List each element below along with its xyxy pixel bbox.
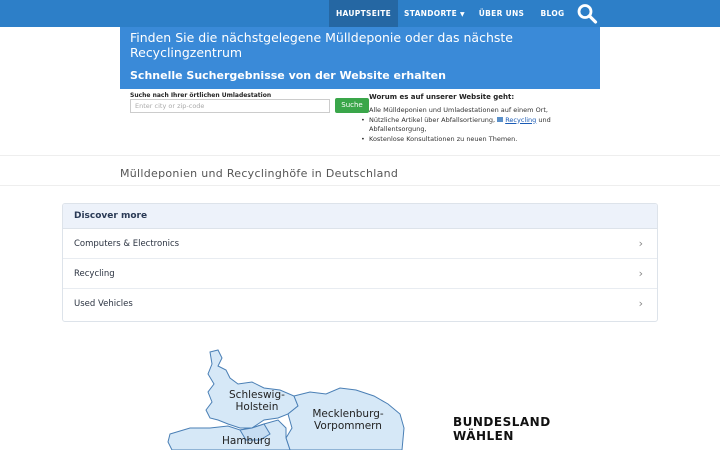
discover-more-panel: Discover more Computers & Electronics › … [62, 203, 658, 322]
info-text: und [538, 115, 551, 124]
info-item: Alle Mülldeponien und Umladestationen au… [369, 106, 548, 114]
nav-home[interactable]: HAUPTSEITE [329, 0, 398, 27]
discover-item-label: Computers & Electronics [74, 239, 180, 249]
chevron-down-icon: ▼ [460, 11, 465, 18]
info-item: Kostenlose Konsultationen zu neuen Theme… [361, 135, 579, 145]
search-input[interactable] [130, 99, 330, 113]
bundesland-line2: WÄHLEN [453, 429, 514, 443]
search-label: Suche nach Ihrer örtlichen Umladestation [130, 92, 272, 99]
section-title: Mülldeponien und Recyclinghöfe in Deutsc… [120, 167, 399, 180]
info-item: Abfallentsorgung, [369, 125, 427, 133]
discover-item[interactable]: Computers & Electronics › [63, 229, 657, 259]
recycling-icon [497, 117, 504, 122]
chevron-right-icon: › [638, 267, 643, 280]
map-label-text: Mecklenburg- Vorpommern [310, 408, 386, 432]
map-label-schleswig-holstein: Schleswig- Holstein [229, 389, 285, 413]
germany-map[interactable] [160, 348, 420, 450]
info-text: Nützliche Artikel über Abfallsortierung, [369, 115, 496, 124]
discover-heading: Discover more [63, 204, 657, 229]
bundesland-heading: BUNDESLAND WÄHLEN [453, 415, 551, 443]
map-label-line: Holstein [235, 401, 279, 413]
discover-item[interactable]: Used Vehicles › [63, 289, 657, 319]
info-title: Worum es auf unserer Website geht: [369, 93, 515, 101]
discover-item-label: Recycling [74, 269, 115, 279]
map-label-hamburg: Hamburg [222, 435, 271, 447]
chevron-right-icon: › [638, 297, 643, 310]
nav-blog[interactable]: BLOG [532, 0, 573, 27]
map-label-line: Schleswig- [229, 389, 285, 401]
discover-item[interactable]: Recycling › [63, 259, 657, 289]
info-item: Nützliche Artikel über Abfallsortierung,… [361, 115, 579, 126]
map-label-line: Mecklenburg- [312, 408, 384, 420]
bundesland-line1: BUNDESLAND [453, 415, 551, 429]
top-navigation: HAUPTSEITE STANDORTE ▼ ÜBER UNS BLOG [0, 0, 720, 27]
recycling-link[interactable]: Recycling [505, 116, 536, 124]
nav-standorte-label: STANDORTE [404, 9, 458, 18]
info-list: Alle Mülldeponien und Umladestationen au… [361, 106, 579, 145]
map-label-text: Schleswig- Holstein [229, 389, 285, 413]
search-icon[interactable] [576, 3, 598, 24]
hero-banner: Finden Sie die nächstgelegene Mülldeponi… [120, 27, 600, 89]
discover-item-label: Used Vehicles [74, 299, 133, 309]
nav-standorte[interactable]: STANDORTE ▼ [398, 0, 471, 27]
nav-about[interactable]: ÜBER UNS [471, 0, 532, 27]
search-button[interactable]: Suche [335, 98, 369, 113]
hero-subtitle: Schnelle Suchergebnisse von der Website … [130, 69, 446, 82]
map-label-mecklenburg: Mecklenburg- Vorpommern [310, 408, 386, 432]
hero-title: Finden Sie die nächstgelegene Mülldeponi… [130, 30, 513, 60]
chevron-right-icon: › [638, 237, 643, 250]
map-label-line: Vorpommern [314, 420, 382, 432]
